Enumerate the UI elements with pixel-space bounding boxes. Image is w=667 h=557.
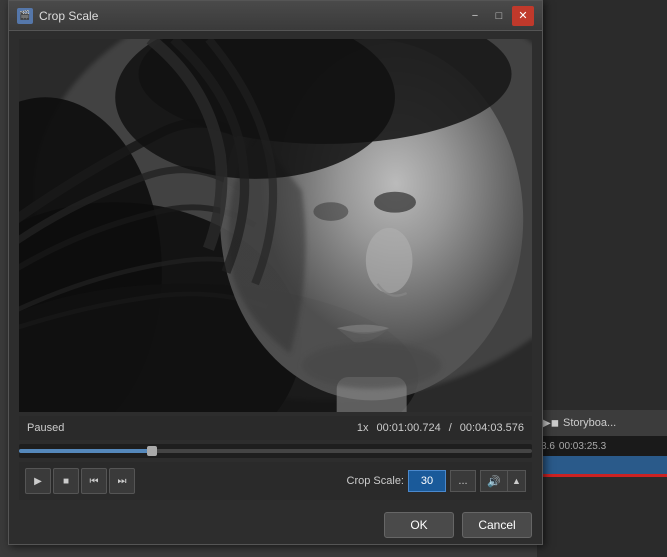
timeline-area: 3.6 00:03:25.3 <box>537 436 667 456</box>
storyboard-icon: ▶◼ <box>543 418 559 429</box>
video-preview-container <box>19 39 532 412</box>
prev-button[interactable]: ⏮ <box>81 468 107 494</box>
cancel-button[interactable]: Cancel <box>462 512 532 538</box>
crop-scale-section: Crop Scale: ... 🔊 ▲ <box>347 470 526 492</box>
crop-scale-dialog: 🎬 Crop Scale − □ ✕ <box>8 0 543 545</box>
close-button[interactable]: ✕ <box>512 6 534 26</box>
status-right: 1x 00:01:00.724 / 00:04:03.576 <box>357 422 524 434</box>
timeline-blue-bar <box>537 456 667 474</box>
app-icon: 🎬 <box>17 8 33 24</box>
play-button[interactable]: ▶ <box>25 468 51 494</box>
volume-button[interactable]: 🔊 <box>480 470 508 492</box>
timeline-time1: 3.6 <box>541 441 555 452</box>
video-frame <box>19 39 532 412</box>
scrubber-track[interactable] <box>19 449 532 453</box>
volume-icon: 🔊 <box>487 475 501 488</box>
ok-button[interactable]: OK <box>384 512 454 538</box>
storyboard-panel: ▶◼ Storyboa... <box>537 410 667 436</box>
next-button[interactable]: ⏭ <box>109 468 135 494</box>
playback-speed: 1x <box>357 422 369 434</box>
current-time: 00:01:00.724 <box>376 422 440 434</box>
timeline-red-line <box>537 474 667 477</box>
timeline-time2: 00:03:25.3 <box>559 441 606 452</box>
volume-control: 🔊 ▲ <box>480 470 526 492</box>
crop-scale-input[interactable] <box>408 470 446 492</box>
transport-controls: ▶ ■ ⏮ ⏭ <box>25 468 135 494</box>
playback-state: Paused <box>27 422 64 434</box>
time-separator: / <box>449 422 452 434</box>
video-preview <box>19 39 532 412</box>
minimize-button[interactable]: − <box>464 6 486 26</box>
controls-bar: ▶ ■ ⏮ ⏭ Crop Scale: ... 🔊 ▲ <box>19 462 532 500</box>
status-bar: Paused 1x 00:01:00.724 / 00:04:03.576 <box>19 416 532 440</box>
total-time: 00:04:03.576 <box>460 422 524 434</box>
maximize-button[interactable]: □ <box>488 6 510 26</box>
volume-arrow-button[interactable]: ▲ <box>508 470 526 492</box>
storyboard-label: Storyboa... <box>563 417 616 429</box>
title-bar-left: 🎬 Crop Scale <box>17 8 98 24</box>
scrubber-container[interactable] <box>19 444 532 458</box>
dialog-title: Crop Scale <box>39 9 98 23</box>
scrubber-fill <box>19 449 152 453</box>
stop-button[interactable]: ■ <box>53 468 79 494</box>
crop-scale-dots-button[interactable]: ... <box>450 470 476 492</box>
title-bar-controls: − □ ✕ <box>464 6 534 26</box>
title-bar: 🎬 Crop Scale − □ ✕ <box>9 1 542 31</box>
scrubber-thumb[interactable] <box>147 446 157 456</box>
crop-scale-label: Crop Scale: <box>347 475 404 487</box>
dialog-buttons: OK Cancel <box>9 506 542 544</box>
